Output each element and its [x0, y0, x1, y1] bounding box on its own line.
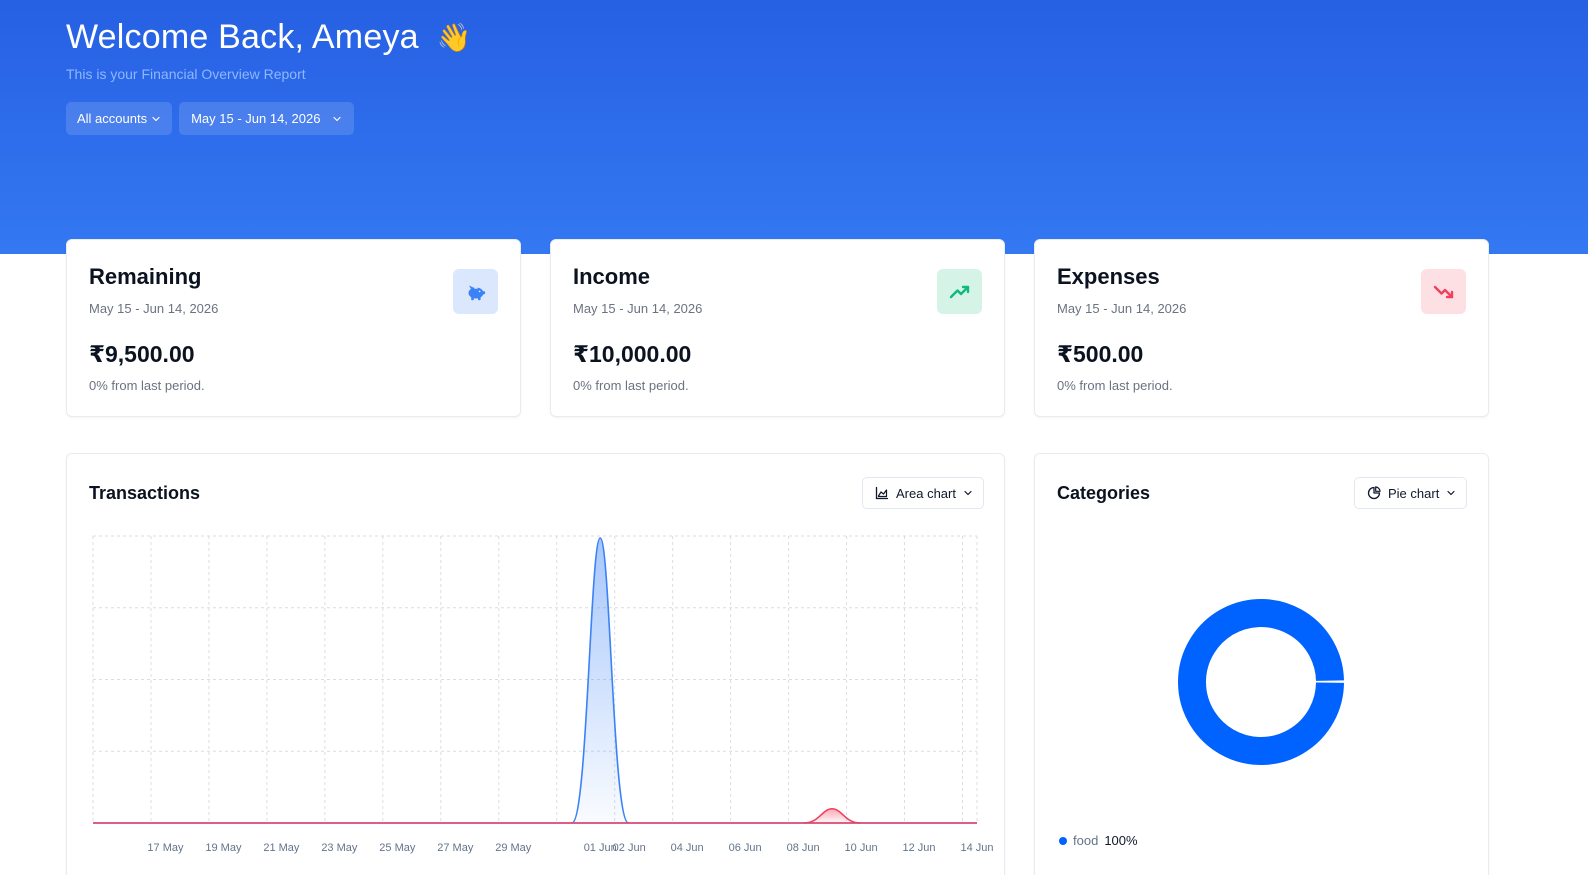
card-date-range: May 15 - Jun 14, 2026	[1057, 301, 1187, 316]
filter-bar: All accounts May 15 - Jun 14, 2026	[66, 102, 355, 135]
x-tick-label: 02 Jun	[613, 842, 646, 854]
categories-donut-chart	[1178, 599, 1344, 765]
card-title: Remaining	[89, 264, 202, 289]
x-tick-label: 06 Jun	[729, 842, 762, 854]
piggy-bank-icon	[453, 269, 498, 314]
chevron-down-icon	[333, 116, 342, 121]
chart-type-select[interactable]: Area chart	[862, 477, 984, 509]
area-chart-icon	[875, 486, 889, 500]
pie-slice-food[interactable]	[1178, 599, 1344, 765]
transactions-panel: Transactions Area chart 17 May 19 May 21 M…	[66, 453, 1005, 875]
expenses-card: Expenses May 15 - Jun 14, 2026 ₹500.00 0…	[1034, 239, 1489, 417]
x-tick-label: 23 May	[321, 842, 358, 854]
card-title: Expenses	[1057, 264, 1160, 289]
account-filter-select[interactable]: All accounts	[66, 102, 173, 135]
x-tick-label: 14 Jun	[960, 842, 993, 854]
card-change: 0% from last period.	[1057, 378, 1173, 393]
card-date-range: May 15 - Jun 14, 2026	[573, 301, 703, 316]
legend-label: food	[1073, 833, 1099, 848]
welcome-subtitle: This is your Financial Overview Report	[66, 66, 306, 82]
card-title: Income	[573, 264, 651, 289]
transactions-area-chart: 17 May 19 May 21 May 23 May 25 May 27 May 29 M…	[92, 535, 994, 854]
welcome-heading: Welcome Back, Ameya 👋	[66, 18, 472, 57]
account-filter-label: All accounts	[77, 111, 148, 126]
x-tick-label: 12 Jun	[903, 842, 936, 854]
pie-legend: food 100%	[1059, 833, 1138, 848]
x-tick-label: 21 May	[263, 842, 300, 854]
card-amount: ₹10,000.00	[573, 341, 692, 367]
trending-up-icon	[937, 269, 982, 314]
series-area	[571, 538, 629, 823]
date-range-label: May 15 - Jun 14, 2026	[191, 111, 321, 126]
chart-type-label: Area chart	[896, 485, 956, 501]
x-tick-label: 29 May	[495, 842, 532, 854]
x-tick-label: 27 May	[437, 842, 474, 854]
card-change: 0% from last period.	[89, 378, 205, 393]
remaining-card: Remaining May 15 - Jun 14, 2026 ₹9,500.0…	[66, 239, 521, 417]
x-tick-label: 04 Jun	[671, 842, 704, 854]
card-amount: ₹500.00	[1057, 341, 1144, 367]
date-range-filter[interactable]: May 15 - Jun 14, 2026	[179, 102, 355, 135]
x-tick-label: 10 Jun	[845, 842, 878, 854]
legend-dot	[1059, 836, 1067, 845]
pie-type-select[interactable]: Pie chart	[1354, 477, 1468, 509]
chevron-down-icon	[964, 490, 972, 496]
trending-down-icon	[1421, 269, 1466, 314]
chevron-down-icon	[1447, 490, 1455, 496]
card-date-range: May 15 - Jun 14, 2026	[89, 301, 219, 316]
income-card: Income May 15 - Jun 14, 2026 ₹10,000.00 …	[550, 239, 1005, 417]
categories-panel: Categories Pie chart food 100%	[1034, 453, 1489, 875]
x-tick-label: 25 May	[379, 842, 416, 854]
waving-hand-icon: 👋	[436, 21, 472, 53]
pie-chart-icon	[1367, 486, 1381, 500]
x-tick-label: 17 May	[147, 842, 184, 854]
categories-title: Categories	[1057, 483, 1151, 503]
card-amount: ₹9,500.00	[89, 341, 195, 367]
x-tick-label: 19 May	[205, 842, 242, 854]
welcome-text: Welcome Back, Ameya	[66, 18, 419, 56]
legend-percent: 100%	[1104, 833, 1138, 848]
chevron-down-icon	[152, 116, 160, 121]
card-change: 0% from last period.	[573, 378, 689, 393]
transactions-title: Transactions	[89, 483, 201, 503]
x-tick-label: 08 Jun	[787, 842, 820, 854]
pie-type-label: Pie chart	[1388, 485, 1440, 501]
